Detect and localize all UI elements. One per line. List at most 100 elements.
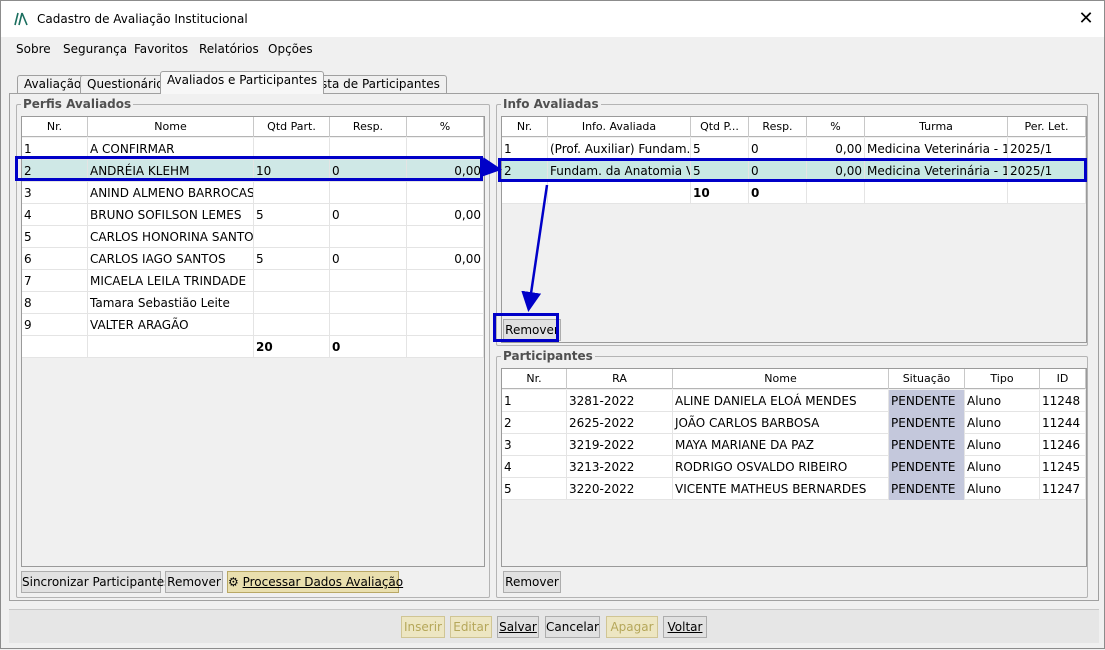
cell-qtd — [254, 314, 330, 336]
app-logo-icon — [14, 12, 28, 26]
remover-perfil-button[interactable]: Remover — [165, 571, 223, 593]
cell-resp: 0 — [749, 138, 807, 160]
cell-nr: 1 — [502, 138, 548, 160]
menu-bar: Sobre Segurança Favoritos Relatórios Opç… — [1, 39, 1104, 61]
voltar-button[interactable]: Voltar — [663, 616, 707, 638]
apagar-button[interactable]: Apagar — [606, 616, 658, 638]
cell-resp — [330, 138, 407, 160]
participantes-grid[interactable]: Nr. RA Nome Situação Tipo ID 1 3281-2022… — [501, 368, 1087, 567]
remover-participante-button[interactable]: Remover — [503, 571, 561, 593]
col-nome[interactable]: Nome — [88, 117, 254, 137]
col-info-avaliada[interactable]: Info. Avaliada — [548, 117, 691, 137]
table-row[interactable]: 9 VALTER ARAGÃO — [22, 314, 484, 336]
col-resp[interactable]: Resp. — [749, 117, 807, 137]
window-title: Cadastro de Avaliação Institucional — [37, 12, 248, 26]
close-icon[interactable]: ✕ — [1071, 5, 1101, 33]
menu-relatorios[interactable]: Relatórios — [199, 42, 259, 56]
table-row-selected[interactable]: 2 Fundam. da Anatomia V... 5 0 0,00 Medi… — [502, 160, 1086, 182]
cell-nr: 2 — [502, 412, 567, 434]
info-grid[interactable]: Nr. Info. Avaliada Qtd P... Resp. % Turm… — [501, 116, 1087, 343]
cell-nr: 5 — [502, 478, 567, 500]
cancelar-button[interactable]: Cancelar — [545, 616, 600, 638]
col-resp[interactable]: Resp. — [330, 117, 407, 137]
table-row[interactable]: 6 CARLOS IAGO SANTOS 5 0 0,00 — [22, 248, 484, 270]
cell-nr: 1 — [22, 138, 88, 160]
sincronizar-participantes-button[interactable]: Sincronizar Participantes — [21, 571, 170, 593]
col-situacao[interactable]: Situação — [889, 369, 965, 389]
inserir-button[interactable]: Inserir — [401, 616, 445, 638]
col-percent[interactable]: % — [407, 117, 484, 137]
total-percent — [407, 336, 484, 358]
col-nome[interactable]: Nome — [673, 369, 889, 389]
col-nr[interactable]: Nr. — [502, 117, 548, 137]
total-resp: 0 — [749, 182, 807, 204]
tab-avaliados-participantes[interactable]: Avaliados e Participantes — [160, 71, 325, 94]
menu-sobre[interactable]: Sobre — [16, 42, 51, 56]
table-row[interactable]: 7 MICAELA LEILA TRINDADE — [22, 270, 484, 292]
table-row[interactable]: 2 2625-2022 JOÃO CARLOS BARBOSA PENDENTE… — [502, 412, 1086, 434]
col-nr[interactable]: Nr. — [22, 117, 88, 137]
table-row[interactable]: 1 3281-2022 ALINE DANIELA ELOÁ MENDES PE… — [502, 390, 1086, 412]
col-qtd-p[interactable]: Qtd P... — [691, 117, 749, 137]
perfis-grid[interactable]: Nr. Nome Qtd Part. Resp. % 1 A CONFIRMAR… — [21, 116, 485, 567]
cell-tipo: Aluno — [965, 456, 1040, 478]
col-percent[interactable]: % — [807, 117, 865, 137]
table-row[interactable]: 3 3219-2022 MAYA MARIANE DA PAZ PENDENTE… — [502, 434, 1086, 456]
cell-nr: 2 — [22, 160, 88, 182]
table-row-selected[interactable]: 2 ANDRÉIA KLEHM 10 0 0,00 — [22, 160, 484, 182]
cell-qtd — [254, 226, 330, 248]
cell-percent — [407, 182, 484, 204]
salvar-button[interactable]: Salvar — [497, 616, 539, 638]
cell-id: 11245 — [1040, 456, 1086, 478]
col-tipo[interactable]: Tipo — [965, 369, 1040, 389]
cell-percent — [407, 138, 484, 160]
cell-percent: 0,00 — [407, 160, 484, 182]
menu-opcoes[interactable]: Opções — [268, 42, 313, 56]
total-per-let — [1008, 182, 1086, 204]
col-turma[interactable]: Turma — [865, 117, 1008, 137]
editar-button[interactable]: Editar — [450, 616, 492, 638]
processar-label: Processar Dados Avaliação — [242, 575, 404, 589]
table-row[interactable]: 3 ANIND ALMENO BARROCAS — [22, 182, 484, 204]
col-id[interactable]: ID — [1040, 369, 1086, 389]
tab-questionario[interactable]: Questionário — [80, 75, 171, 94]
perfis-avaliados-title: Perfis Avaliados — [21, 97, 134, 111]
app-window: Cadastro de Avaliação Institucional ✕ So… — [0, 0, 1105, 649]
menu-favoritos[interactable]: Favoritos — [134, 42, 188, 56]
title-bar: Cadastro de Avaliação Institucional ✕ — [1, 1, 1104, 37]
cell-nome: VALTER ARAGÃO — [88, 314, 254, 336]
table-row[interactable]: 1 A CONFIRMAR — [22, 138, 484, 160]
participantes-title: Participantes — [501, 349, 595, 363]
table-row[interactable]: 5 3220-2022 VICENTE MATHEUS BERNARDES PE… — [502, 478, 1086, 500]
table-row[interactable]: 1 (Prof. Auxiliar) Fundam. ... 5 0 0,00 … — [502, 138, 1086, 160]
col-qtd-part[interactable]: Qtd Part. — [254, 117, 330, 137]
cell-resp — [330, 182, 407, 204]
col-ra[interactable]: RA — [567, 369, 673, 389]
tab-avaliacao[interactable]: Avaliação — [17, 75, 89, 94]
total-info — [548, 182, 691, 204]
col-per-let[interactable]: Per. Let. — [1008, 117, 1086, 137]
remover-info-button[interactable]: Remover — [503, 319, 561, 341]
total-nome — [88, 336, 254, 358]
cell-nome: ANDRÉIA KLEHM — [88, 160, 254, 182]
table-row[interactable]: 4 3213-2022 RODRIGO OSVALDO RIBEIRO PEND… — [502, 456, 1086, 478]
cell-id: 11248 — [1040, 390, 1086, 412]
tab-lista-participantes[interactable]: Lista de Participantes — [304, 75, 447, 94]
cell-nome: ALINE DANIELA ELOÁ MENDES — [673, 390, 889, 412]
cell-nr: 3 — [22, 182, 88, 204]
cell-percent — [407, 292, 484, 314]
total-qtd: 10 — [691, 182, 749, 204]
perfis-header: Nr. Nome Qtd Part. Resp. % — [22, 117, 484, 137]
cell-situacao: PENDENTE — [889, 478, 965, 500]
cell-qtd: 5 — [691, 160, 749, 182]
table-row[interactable]: 4 BRUNO SOFILSON LEMES 5 0 0,00 — [22, 204, 484, 226]
cell-per-let: 2025/1 — [1008, 138, 1086, 160]
menu-seguranca[interactable]: Segurança — [63, 42, 127, 56]
table-row[interactable]: 5 CARLOS HONORINA SANTOS — [22, 226, 484, 248]
total-nr — [502, 182, 548, 204]
table-row[interactable]: 8 Tamara Sebastião Leite — [22, 292, 484, 314]
cell-resp — [330, 226, 407, 248]
col-nr[interactable]: Nr. — [502, 369, 567, 389]
cell-percent: 0,00 — [407, 248, 484, 270]
processar-dados-button[interactable]: ⚙ Processar Dados Avaliação — [227, 571, 403, 593]
